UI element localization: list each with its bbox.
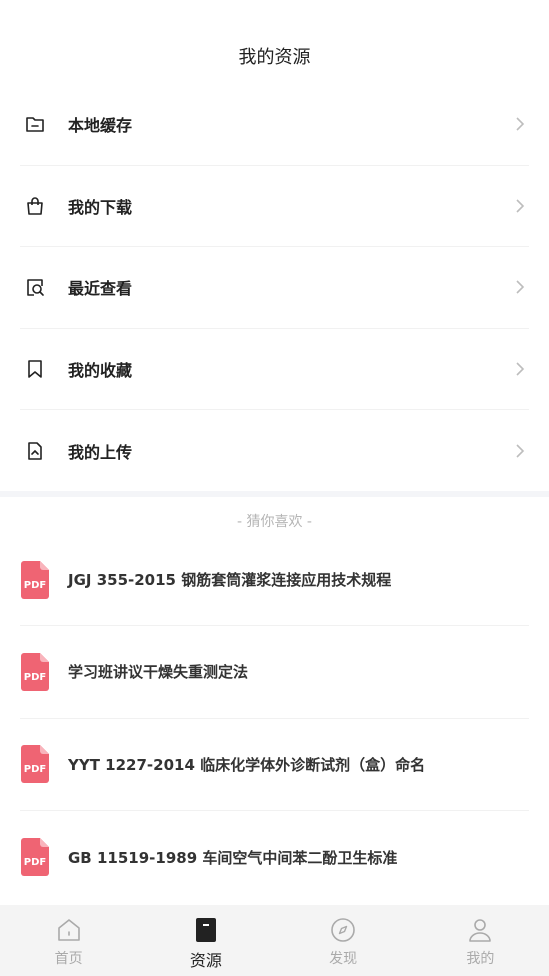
tab-discover[interactable]: 发现 (275, 905, 412, 976)
pdf-badge-label: PDF (23, 579, 47, 591)
upload-file-icon (24, 440, 46, 462)
list-item[interactable]: PDF JGJ 355-2015 钢筋套筒灌浆连接应用技术规程 (20, 534, 529, 627)
menu-item-label: 最近查看 (68, 279, 133, 299)
menu-item-label: 我的上传 (68, 442, 133, 462)
chevron-right-icon (515, 443, 525, 459)
doc-title: GB 11519-1989 车间空气中间苯二酚卫生标准 (68, 848, 398, 867)
list-item[interactable]: PDF 学习班讲议干燥失重测定法 (20, 626, 529, 719)
menu-item-label: 本地缓存 (68, 116, 133, 136)
pdf-file-icon: PDF (21, 745, 51, 784)
doc-title: 学习班讲议干燥失重测定法 (68, 663, 249, 682)
chevron-right-icon (515, 279, 525, 295)
menu-item-label: 我的下载 (68, 197, 133, 217)
bookmark-icon (24, 358, 46, 380)
tab-label: 发现 (329, 951, 358, 967)
tab-mine[interactable]: 我的 (412, 905, 549, 976)
pdf-file-icon: PDF (21, 838, 51, 877)
pdf-file-icon: PDF (21, 560, 51, 599)
doc-title: JGJ 355-2015 钢筋套筒灌浆连接应用技术规程 (68, 571, 392, 590)
tab-label: 资源 (189, 951, 222, 970)
pdf-badge-label: PDF (23, 764, 47, 776)
tab-label: 我的 (466, 951, 495, 967)
menu-item-my-downloads[interactable]: 我的下载 (20, 166, 529, 247)
home-icon (55, 916, 83, 944)
pdf-file-icon: PDF (21, 652, 51, 691)
tab-home[interactable]: 首页 (0, 905, 137, 976)
section-divider (0, 491, 549, 497)
shopping-bag-icon (24, 195, 46, 217)
folder-icon (24, 113, 46, 135)
doc-title: YYT 1227-2014 临床化学体外诊断试剂（盒）命名 (68, 755, 426, 774)
chevron-right-icon (515, 361, 525, 377)
tab-label: 首页 (54, 951, 83, 967)
recommend-list: PDF JGJ 355-2015 钢筋套筒灌浆连接应用技术规程 PDF 学习班讲… (0, 534, 549, 903)
bottom-tab-bar: 首页 资源 发现 我的 (0, 905, 549, 976)
recent-search-icon (24, 276, 46, 298)
chevron-right-icon (515, 116, 525, 132)
menu-item-my-uploads[interactable]: 我的上传 (20, 410, 529, 492)
document-icon (192, 916, 220, 944)
user-icon (466, 916, 494, 944)
page-title: 我的资源 (238, 47, 311, 68)
list-item[interactable]: PDF GB 11519-1989 车间空气中间苯二酚卫生标准 (20, 811, 529, 903)
menu-item-local-cache[interactable]: 本地缓存 (20, 84, 529, 166)
compass-icon (329, 916, 357, 944)
pdf-badge-label: PDF (23, 671, 47, 683)
menu-item-recently-viewed[interactable]: 最近查看 (20, 247, 529, 329)
menu-item-my-favorites[interactable]: 我的收藏 (20, 329, 529, 410)
pdf-badge-label: PDF (23, 857, 47, 869)
tab-resources[interactable]: 资源 (137, 905, 274, 976)
list-item[interactable]: PDF YYT 1227-2014 临床化学体外诊断试剂（盒）命名 (20, 719, 529, 811)
chevron-right-icon (515, 198, 525, 214)
menu-item-label: 我的收藏 (68, 360, 133, 380)
recommend-title: - 猜你喜欢 - (236, 514, 312, 530)
resource-menu: 本地缓存 我的下载 最近查看 我的收藏 我的上传 (0, 84, 549, 492)
